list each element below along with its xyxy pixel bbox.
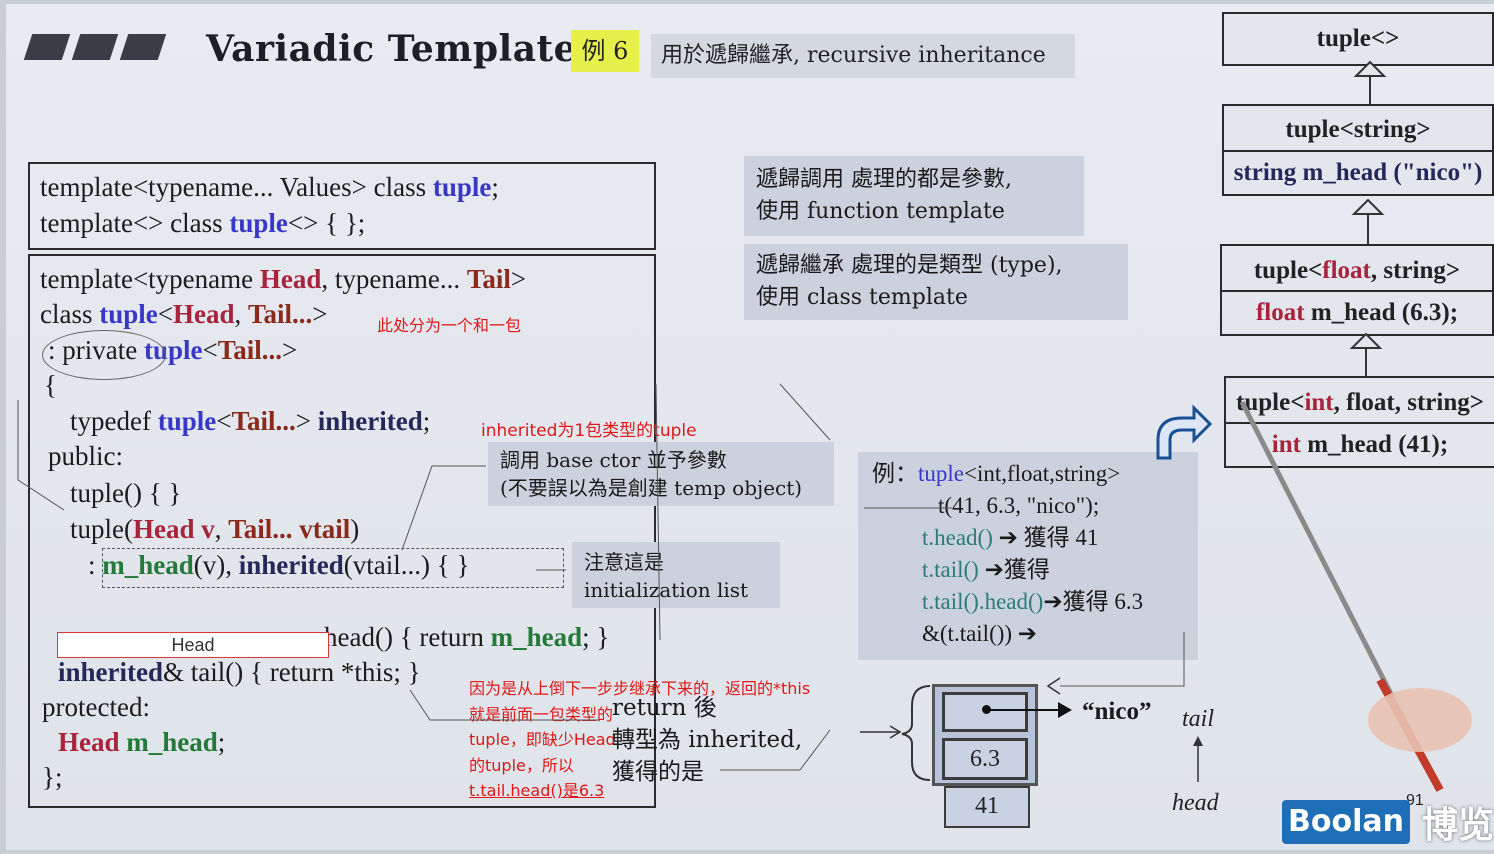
up-arrow-icon <box>1193 736 1203 746</box>
brace-icon <box>901 685 931 781</box>
pointer-arrow-icon <box>1058 702 1072 718</box>
presenter-hand <box>1368 688 1472 752</box>
connector-lines <box>17 60 1472 792</box>
inherit-arrow-icon <box>1349 332 1383 349</box>
inherit-arrow-icon <box>1353 60 1387 77</box>
inherit-arrow-icon <box>1351 198 1385 215</box>
curved-arrow-icon <box>1156 404 1213 460</box>
